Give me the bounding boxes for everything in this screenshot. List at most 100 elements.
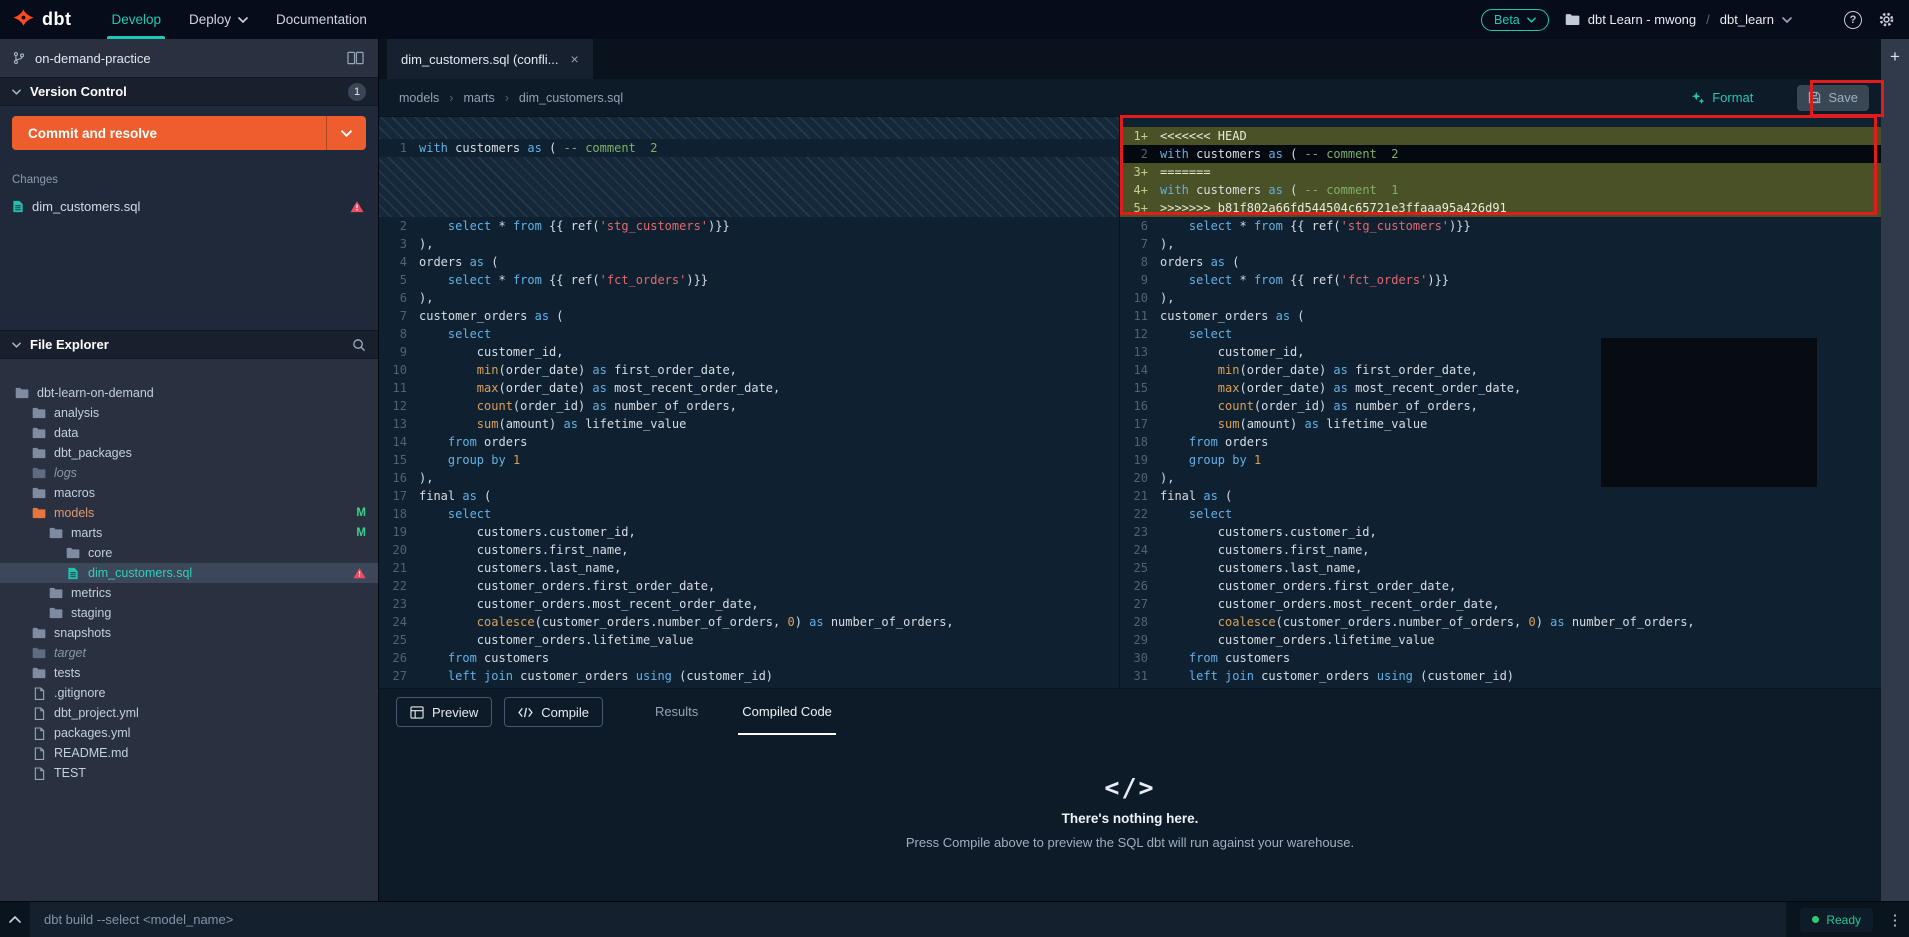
code-line-23: 23 customers.customer_id, (1120, 523, 1881, 541)
preview-grid-icon (410, 706, 424, 719)
tree-item-label: metrics (71, 586, 111, 600)
file-explorer-header[interactable]: File Explorer (0, 330, 378, 359)
preview-button[interactable]: Preview (396, 697, 492, 727)
docs-panels-icon[interactable] (347, 51, 364, 65)
nav-documentation-label: Documentation (276, 12, 367, 27)
tree-item-models[interactable]: modelsM (0, 503, 378, 523)
changed-file-row[interactable]: dim_customers.sql (12, 199, 366, 214)
code-line-15: 15 group by 1 (379, 451, 1119, 469)
nav-documentation[interactable]: Documentation (262, 0, 381, 39)
tree-item-staging[interactable]: staging (0, 603, 378, 623)
tree-item-dbt-learn-on-demand[interactable]: dbt-learn-on-demand (0, 383, 378, 403)
tree-item-packages.yml[interactable]: packages.yml (0, 723, 378, 743)
tree-item-label: target (54, 646, 86, 660)
tree-item-dim_customers.sql[interactable]: dim_customers.sql (0, 563, 378, 583)
tree-item-label: dbt-learn-on-demand (37, 386, 154, 400)
tree-item-tests[interactable]: tests (0, 663, 378, 683)
format-button[interactable]: Format (1691, 90, 1753, 105)
commit-and-resolve-button[interactable]: Commit and resolve (12, 116, 366, 150)
breadcrumb: models › marts › dim_customers.sql (399, 91, 623, 105)
tree-item-snapshots[interactable]: snapshots (0, 623, 378, 643)
breadcrumb-file[interactable]: dim_customers.sql (519, 91, 623, 105)
toolbar-actions: Format Save (1691, 85, 1875, 111)
dbt-logo-mark-icon (12, 8, 35, 31)
tree-item-logs[interactable]: logs (0, 463, 378, 483)
editor-right-pane[interactable]: 1+<<<<<<< HEAD2with customers as ( -- co… (1119, 117, 1881, 688)
tree-item-macros[interactable]: macros (0, 483, 378, 503)
breadcrumb-models[interactable]: models (399, 91, 439, 105)
commit-dropdown-chevron[interactable] (326, 116, 366, 150)
chevron-up-icon[interactable] (0, 916, 30, 923)
search-icon[interactable] (352, 338, 366, 352)
code-line-13: 13 sum(amount) as lifetime_value (379, 415, 1119, 433)
tree-item-label: core (88, 546, 112, 560)
code-line-1: 1+<<<<<<< HEAD (1120, 127, 1881, 145)
tree-item-label: data (54, 426, 78, 440)
save-label: Save (1828, 90, 1858, 105)
editor-left-pane[interactable]: 1with customers as ( -- comment 22 selec… (379, 117, 1119, 688)
beta-badge[interactable]: Beta (1481, 9, 1549, 31)
plus-icon[interactable]: + (1890, 47, 1900, 67)
tree-item-analysis[interactable]: analysis (0, 403, 378, 423)
code-line-6: 6 select * from {{ ref('stg_customers')}… (1120, 217, 1881, 235)
version-control-header[interactable]: Version Control 1 (0, 77, 378, 106)
tree-item-metrics[interactable]: metrics (0, 583, 378, 603)
kebab-menu-icon[interactable]: ⋮ (1881, 911, 1909, 929)
code-line-2: 2with customers as ( -- comment 2 (1120, 145, 1881, 163)
tree-item-data[interactable]: data (0, 423, 378, 443)
git-branch-row[interactable]: on-demand-practice (0, 39, 378, 77)
beta-label: Beta (1494, 13, 1520, 27)
tab-compiled-code[interactable]: Compiled Code (738, 689, 836, 735)
code-line-18: 18 from orders (1120, 433, 1881, 451)
nav-deploy[interactable]: Deploy (175, 0, 262, 39)
tree-item-label: macros (54, 486, 95, 500)
code-icon (518, 707, 533, 718)
code-line-4: 4orders as ( (379, 253, 1119, 271)
project-switcher[interactable]: dbt Learn - mwong / dbt_learn (1565, 12, 1792, 27)
code-line-24: 24 coalesce(customer_orders.number_of_or… (379, 613, 1119, 631)
chevron-down-icon (238, 17, 248, 23)
tree-item-README.md[interactable]: README.md (0, 743, 378, 763)
save-button[interactable]: Save (1797, 85, 1869, 111)
settings-gear-icon[interactable] (1878, 11, 1895, 28)
version-control-title: Version Control (30, 84, 127, 99)
tree-item-core[interactable]: core (0, 543, 378, 563)
tab-title: dim_customers.sql (confli... (401, 52, 559, 67)
tree-item-label: models (54, 506, 94, 520)
code-line-19: 19 group by 1 (1120, 451, 1881, 469)
compile-button[interactable]: Compile (504, 697, 603, 727)
file-icon (31, 767, 47, 780)
tree-item-dbt_packages[interactable]: dbt_packages (0, 443, 378, 463)
dbt-logo[interactable]: dbt (12, 8, 71, 31)
tree-item-TEST[interactable]: TEST (0, 763, 378, 783)
breadcrumb-separator: › (505, 91, 509, 105)
code-line-4: 4+with customers as ( -- comment 1 (1120, 181, 1881, 199)
command-input[interactable]: dbt build --select <model_name> (30, 902, 1786, 937)
code-line-11: 11customer_orders as ( (1120, 307, 1881, 325)
git-branch-icon (12, 51, 26, 65)
code-line-31: 31 left join customer_orders using (cust… (1120, 667, 1881, 685)
breadcrumb-marts[interactable]: marts (463, 91, 494, 105)
tab-results[interactable]: Results (651, 689, 702, 735)
folder-icon (31, 667, 47, 679)
code-line-14: 14 from orders (379, 433, 1119, 451)
nav-develop[interactable]: Develop (97, 0, 175, 39)
tree-item-marts[interactable]: martsM (0, 523, 378, 543)
folder-icon (65, 547, 81, 559)
code-line-26: 26 customer_orders.first_order_date, (1120, 577, 1881, 595)
help-icon[interactable]: ? (1844, 11, 1862, 29)
folder-icon (48, 587, 64, 599)
tree-item-target[interactable]: target (0, 643, 378, 663)
bottom-toolbar: Preview Compile Results Compiled Code (379, 689, 1881, 735)
code-line-11: 11 max(order_date) as most_recent_order_… (379, 379, 1119, 397)
code-line-25: 25 customer_orders.lifetime_value (379, 631, 1119, 649)
code-line-17: 17final as ( (379, 487, 1119, 505)
tree-item-.gitignore[interactable]: .gitignore (0, 683, 378, 703)
close-icon[interactable]: × (571, 51, 579, 67)
tab-dim-customers[interactable]: dim_customers.sql (confli... × (387, 39, 593, 79)
editor-tab-bar: dim_customers.sql (confli... × (379, 39, 1881, 79)
code-line-7: 7), (1120, 235, 1881, 253)
tree-item-dbt_project.yml[interactable]: dbt_project.yml (0, 703, 378, 723)
changed-file-name: dim_customers.sql (32, 199, 140, 214)
code-line-3: 3), (379, 235, 1119, 253)
